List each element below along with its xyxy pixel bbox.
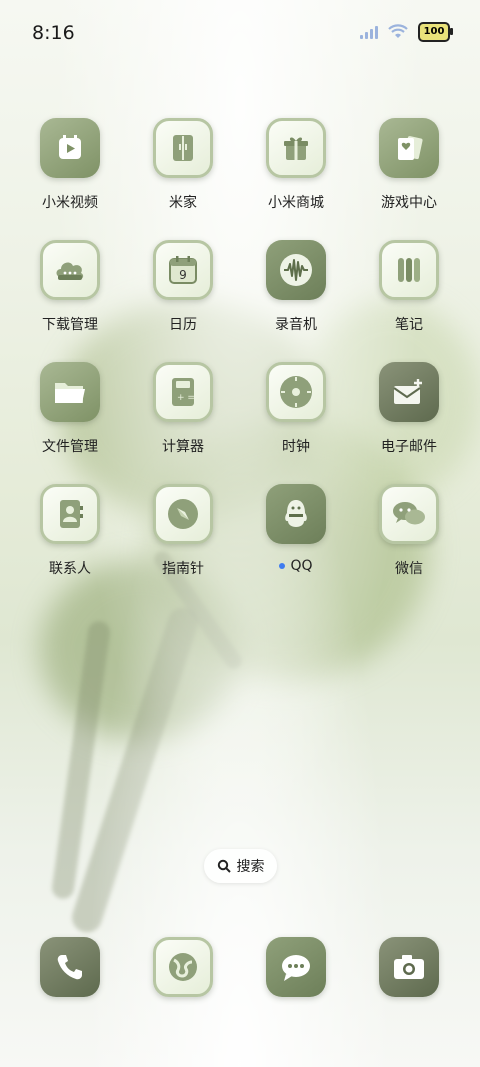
app-label: 录音机	[275, 317, 317, 333]
dock-messages[interactable]	[266, 937, 326, 997]
cards-icon	[379, 118, 439, 178]
app-label: 联系人	[49, 561, 91, 577]
app-xiaomi-mall[interactable]: 小米商城	[246, 118, 346, 212]
app-label: 时钟	[282, 439, 310, 455]
app-label: 小米商城	[268, 195, 324, 211]
wechat-icon	[379, 484, 439, 544]
app-label: 游戏中心	[381, 195, 437, 211]
search-label: 搜索	[236, 859, 265, 875]
mail-icon	[379, 362, 439, 422]
dock-camera[interactable]	[379, 937, 439, 997]
calendar-day: 9	[179, 268, 187, 282]
app-label: 日历	[169, 317, 197, 333]
search-button[interactable]: 搜索	[204, 849, 277, 883]
messages-icon	[282, 955, 310, 981]
app-mijia[interactable]: 米家	[133, 118, 233, 212]
app-label: QQ	[290, 558, 313, 574]
app-label: 电子邮件	[381, 439, 437, 455]
cloud-download-icon	[40, 240, 100, 300]
app-label: 指南针	[162, 561, 204, 577]
app-compass[interactable]: 指南针	[133, 484, 233, 578]
app-label: 文件管理	[42, 439, 98, 455]
status-bar: 8:16 100	[0, 0, 480, 68]
app-contacts[interactable]: 联系人	[20, 484, 120, 578]
video-icon	[40, 118, 100, 178]
app-qq[interactable]: QQ	[246, 484, 346, 574]
svg-text:+ =: + =	[177, 393, 195, 403]
app-label: 小米视频	[42, 195, 98, 211]
app-label: 米家	[169, 195, 197, 211]
contacts-icon	[40, 484, 100, 544]
mijia-icon	[153, 118, 213, 178]
camera-icon	[394, 955, 424, 979]
app-calculator[interactable]: + = 计算器	[133, 362, 233, 456]
signal-icon	[360, 25, 378, 39]
app-xiaomi-video[interactable]: 小米视频	[20, 118, 120, 212]
app-file-manager[interactable]: 文件管理	[20, 362, 120, 456]
notes-icon	[379, 240, 439, 300]
app-label: 计算器	[162, 439, 204, 455]
status-time: 8:16	[32, 22, 75, 44]
qq-icon	[266, 484, 326, 544]
app-label: 笔记	[395, 317, 423, 333]
phone-icon	[57, 955, 82, 980]
app-label-row: QQ	[279, 558, 313, 574]
app-wechat[interactable]: 微信	[359, 484, 459, 578]
new-install-dot	[279, 563, 286, 569]
compass-icon	[153, 484, 213, 544]
wifi-icon	[388, 24, 408, 38]
app-download-manager[interactable]: 下载管理	[20, 240, 120, 334]
calculator-icon: + =	[153, 362, 213, 422]
app-game-center[interactable]: 游戏中心	[359, 118, 459, 212]
browser-icon	[169, 953, 197, 981]
app-clock[interactable]: 时钟	[246, 362, 346, 456]
dock-phone[interactable]	[40, 937, 100, 997]
app-recorder[interactable]: 录音机	[246, 240, 346, 334]
app-notes[interactable]: 笔记	[359, 240, 459, 334]
folder-icon	[40, 362, 100, 422]
dock-browser[interactable]	[153, 937, 213, 997]
app-label: 下载管理	[42, 317, 98, 333]
app-calendar[interactable]: 9 日历	[133, 240, 233, 334]
app-label: 微信	[395, 561, 423, 577]
clock-icon	[266, 362, 326, 422]
search-icon	[217, 859, 231, 873]
battery-icon: 100	[418, 22, 453, 42]
calendar-icon: 9	[153, 240, 213, 300]
app-email[interactable]: 电子邮件	[359, 362, 459, 456]
gift-icon	[266, 118, 326, 178]
waveform-icon	[266, 240, 326, 300]
